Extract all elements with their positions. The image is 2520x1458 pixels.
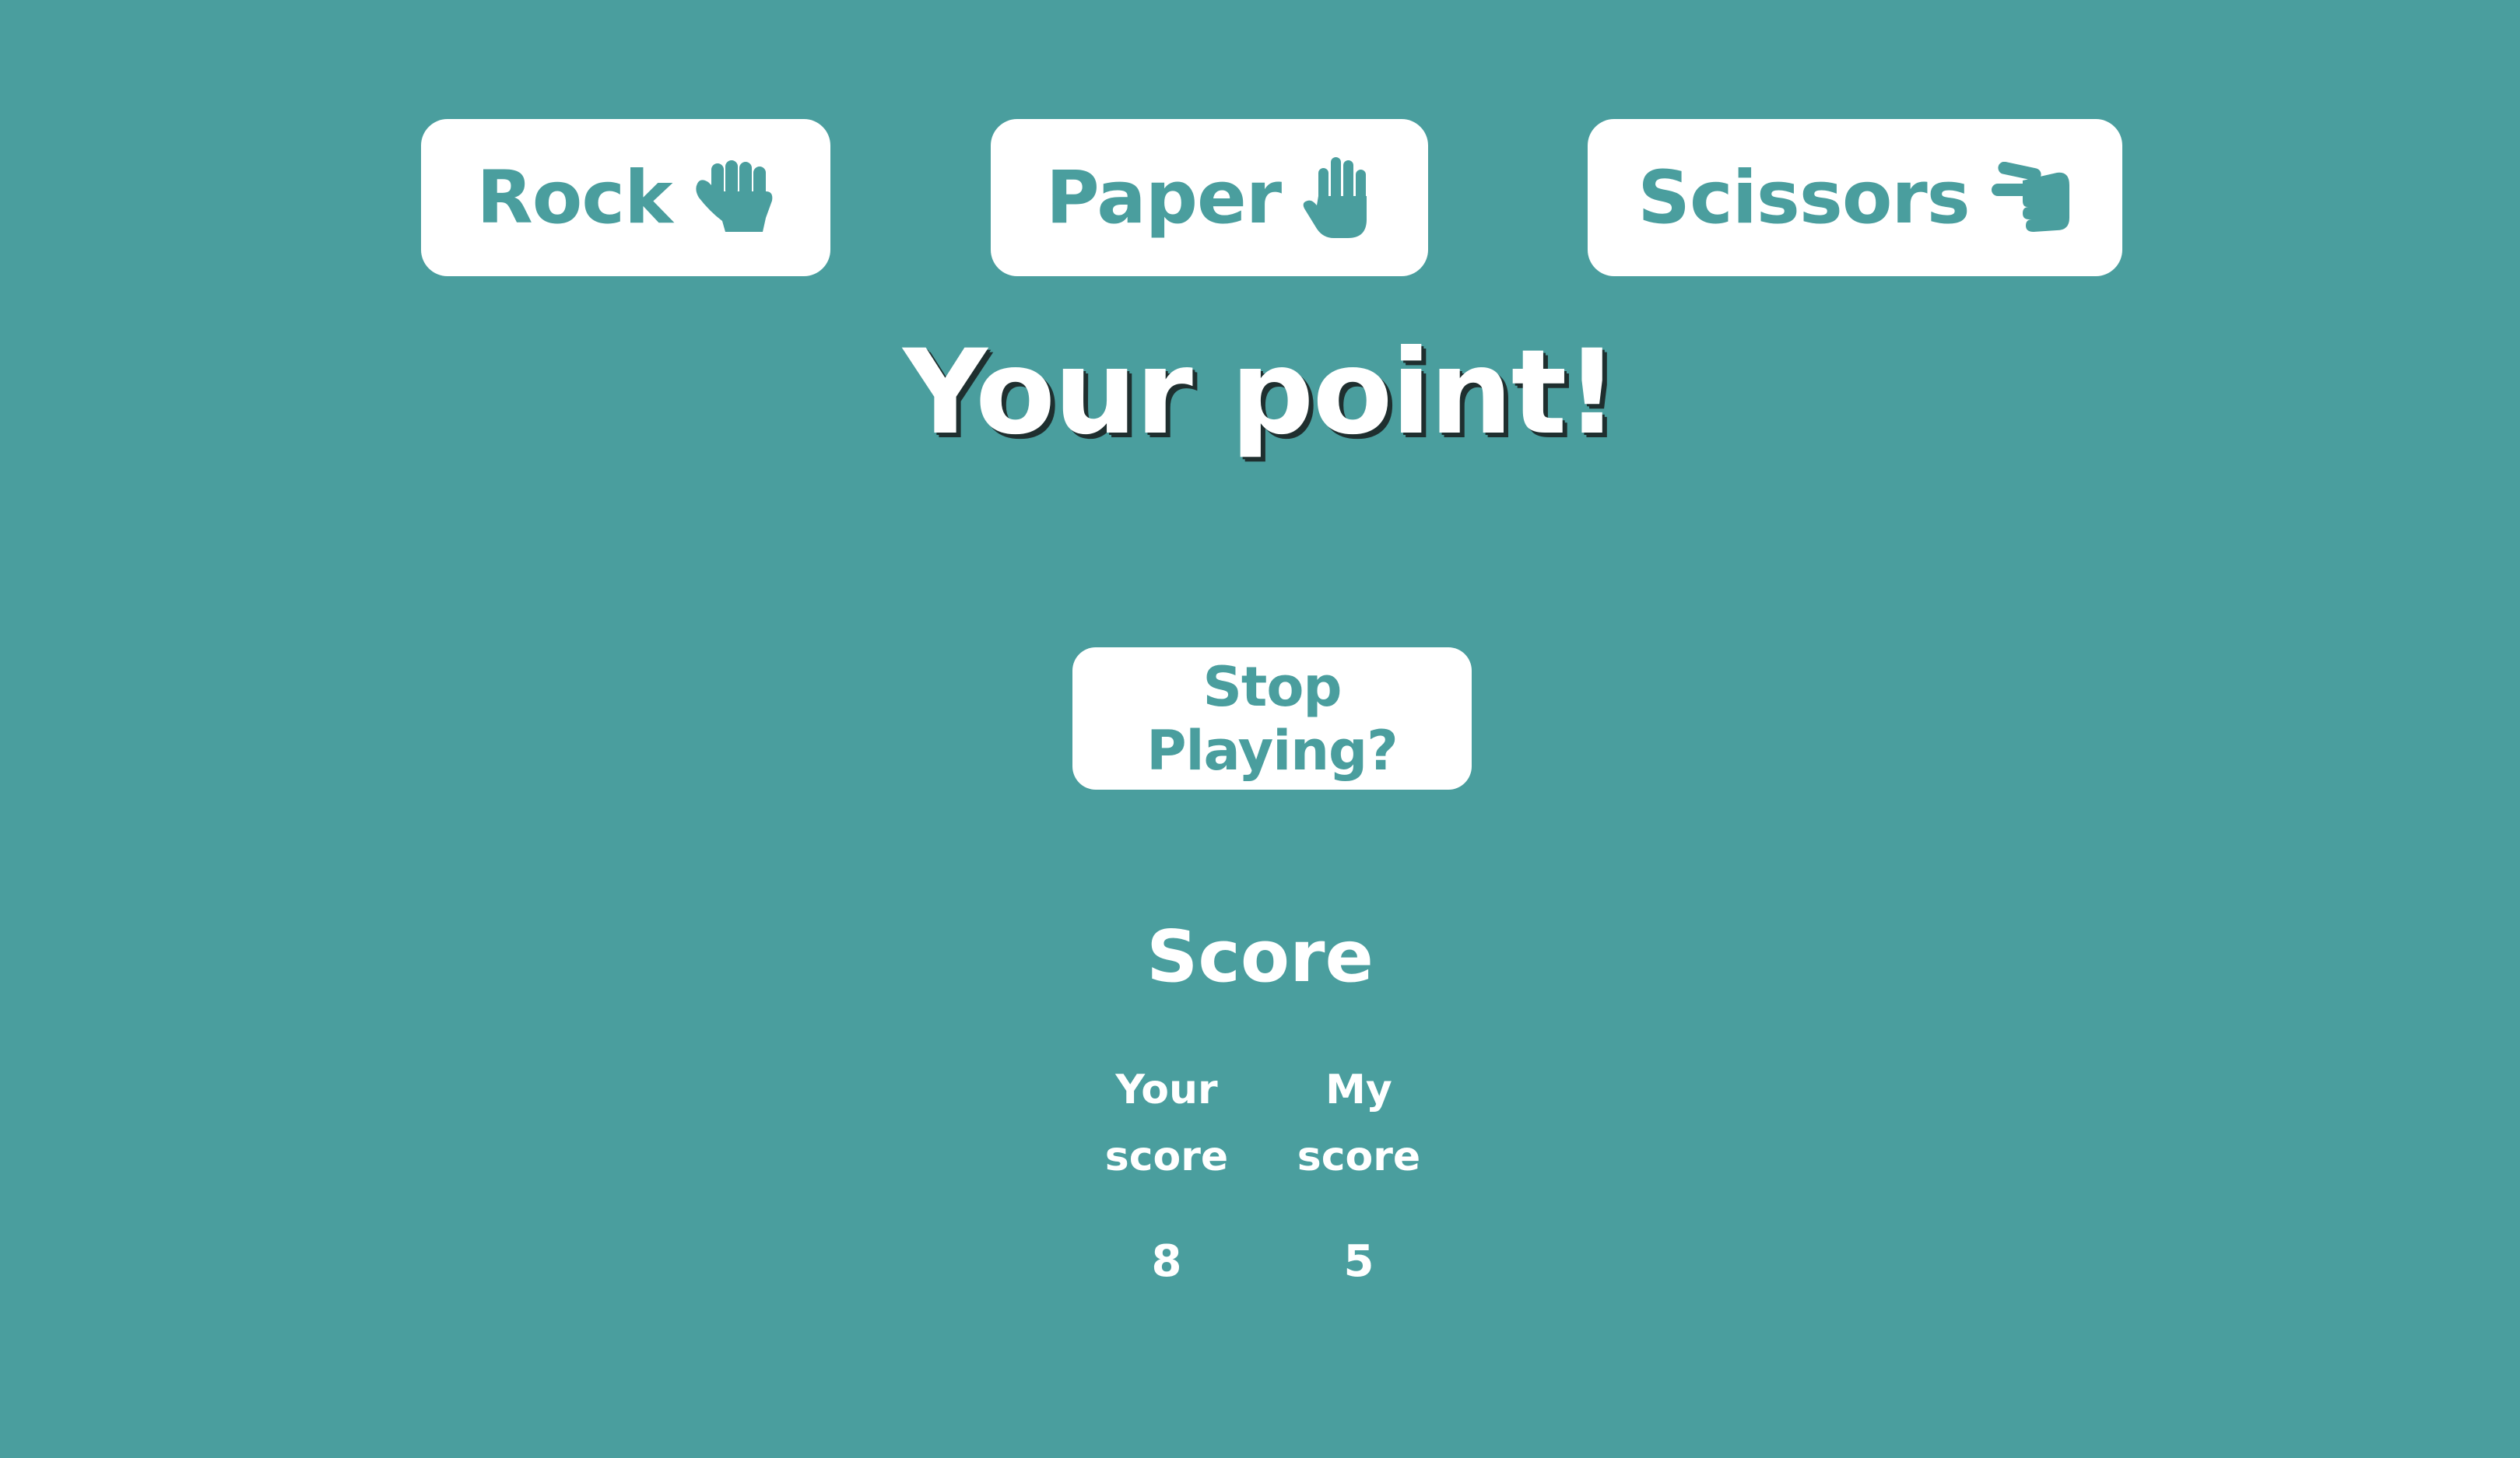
- scissors-hand-icon: [1991, 162, 2073, 233]
- fist-icon: [694, 160, 775, 235]
- scissors-button[interactable]: Scissors: [1588, 119, 2122, 276]
- paper-button[interactable]: Paper: [991, 119, 1428, 276]
- your-score-label: Your score: [1104, 1067, 1229, 1180]
- score-title: Score: [1146, 915, 1374, 998]
- your-score-column: Your score 8: [1081, 1057, 1252, 1293]
- my-score-value: 5: [1343, 1236, 1374, 1287]
- round-result: Your point!: [903, 325, 1619, 461]
- stop-playing-button[interactable]: Stop Playing?: [1072, 647, 1472, 790]
- scissors-label: Scissors: [1637, 155, 1970, 240]
- my-score-column: My score 5: [1273, 1057, 1444, 1293]
- my-score-label: My score: [1297, 1067, 1421, 1180]
- your-score-value: 8: [1151, 1236, 1182, 1287]
- open-hand-icon: [1303, 157, 1373, 238]
- rock-button[interactable]: Rock: [421, 119, 830, 276]
- rock-label: Rock: [476, 155, 672, 240]
- paper-label: Paper: [1045, 155, 1282, 240]
